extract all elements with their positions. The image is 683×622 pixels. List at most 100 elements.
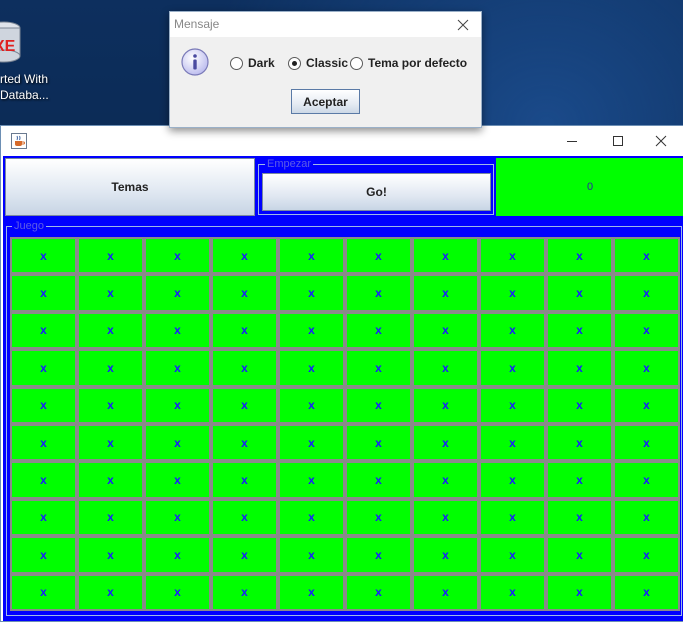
grid-cell[interactable]: x xyxy=(479,498,546,537)
grid-cell[interactable]: x xyxy=(412,424,479,462)
grid-cell[interactable]: x xyxy=(479,386,546,424)
grid-cell[interactable]: x xyxy=(144,536,211,574)
grid-cell[interactable]: x xyxy=(613,274,680,312)
grid-cell[interactable]: x xyxy=(613,536,680,574)
radio-button-icon[interactable] xyxy=(230,56,243,70)
grid-cell[interactable]: x xyxy=(144,386,211,424)
grid-cell[interactable]: x xyxy=(412,274,479,312)
grid-cell[interactable]: x xyxy=(144,424,211,462)
grid-cell[interactable]: x xyxy=(479,311,546,350)
grid-cell[interactable]: x xyxy=(613,349,680,387)
grid-cell[interactable]: x xyxy=(278,237,345,275)
grid-cell[interactable]: x xyxy=(144,349,211,387)
dialog-close-icon[interactable] xyxy=(454,16,472,34)
accept-button[interactable]: Aceptar xyxy=(291,89,360,114)
grid-cell[interactable]: x xyxy=(211,274,278,312)
grid-cell[interactable]: x xyxy=(77,311,144,350)
grid-cell[interactable]: x xyxy=(345,349,412,387)
grid-cell[interactable]: x xyxy=(345,311,412,350)
grid-cell[interactable]: x xyxy=(144,274,211,312)
maximize-button[interactable] xyxy=(595,126,641,156)
grid-cell[interactable]: x xyxy=(77,536,144,574)
grid-cell[interactable]: x xyxy=(77,274,144,312)
grid-cell[interactable]: x xyxy=(479,237,546,275)
grid-cell[interactable]: x xyxy=(211,536,278,574)
grid-cell[interactable]: x xyxy=(144,461,211,499)
grid-cell[interactable]: x xyxy=(77,237,144,275)
grid-cell[interactable]: x xyxy=(77,461,144,499)
grid-cell[interactable]: x xyxy=(278,536,345,574)
go-button[interactable]: Go! xyxy=(262,173,491,211)
temas-button[interactable]: Temas xyxy=(5,158,255,216)
grid-cell[interactable]: x xyxy=(412,237,479,275)
grid-cell[interactable]: x xyxy=(211,237,278,275)
radio-option-dark[interactable]: Dark xyxy=(230,56,275,70)
grid-cell[interactable]: x xyxy=(613,573,680,611)
grid-cell[interactable]: x xyxy=(77,573,144,611)
grid-cell[interactable]: x xyxy=(546,424,613,462)
grid-cell[interactable]: x xyxy=(144,237,211,275)
grid-cell[interactable]: x xyxy=(278,424,345,462)
grid-cell[interactable]: x xyxy=(412,461,479,499)
grid-cell[interactable]: x xyxy=(211,424,278,462)
grid-cell[interactable]: x xyxy=(546,461,613,499)
grid-cell[interactable]: x xyxy=(77,349,144,387)
grid-cell[interactable]: x xyxy=(546,311,613,350)
grid-cell[interactable]: x xyxy=(10,461,77,499)
grid-cell[interactable]: x xyxy=(10,498,77,537)
grid-cell[interactable]: x xyxy=(479,536,546,574)
grid-cell[interactable]: x xyxy=(412,498,479,537)
grid-cell[interactable]: x xyxy=(613,424,680,462)
grid-cell[interactable]: x xyxy=(211,311,278,350)
grid-cell[interactable]: x xyxy=(144,573,211,611)
grid-cell[interactable]: x xyxy=(613,386,680,424)
grid-cell[interactable]: x xyxy=(412,386,479,424)
grid-cell[interactable]: x xyxy=(546,349,613,387)
grid-cell[interactable]: x xyxy=(10,573,77,611)
grid-cell[interactable]: x xyxy=(211,498,278,537)
grid-cell[interactable]: x xyxy=(412,536,479,574)
grid-cell[interactable]: x xyxy=(278,461,345,499)
grid-cell[interactable]: x xyxy=(412,349,479,387)
grid-cell[interactable]: x xyxy=(613,461,680,499)
radio-option-tema-por-defecto[interactable]: Tema por defecto xyxy=(350,56,467,70)
grid-cell[interactable]: x xyxy=(211,386,278,424)
grid-cell[interactable]: x xyxy=(278,386,345,424)
grid-cell[interactable]: x xyxy=(412,311,479,350)
grid-cell[interactable]: x xyxy=(479,461,546,499)
grid-cell[interactable]: x xyxy=(345,573,412,611)
grid-cell[interactable]: x xyxy=(345,424,412,462)
grid-cell[interactable]: x xyxy=(546,536,613,574)
grid-cell[interactable]: x xyxy=(479,424,546,462)
grid-cell[interactable]: x xyxy=(10,349,77,387)
grid-cell[interactable]: x xyxy=(10,386,77,424)
grid-cell[interactable]: x xyxy=(10,274,77,312)
grid-cell[interactable]: x xyxy=(278,498,345,537)
grid-cell[interactable]: x xyxy=(345,536,412,574)
grid-cell[interactable]: x xyxy=(546,386,613,424)
grid-cell[interactable]: x xyxy=(345,386,412,424)
grid-cell[interactable]: x xyxy=(345,498,412,537)
grid-cell[interactable]: x xyxy=(479,349,546,387)
grid-cell[interactable]: x xyxy=(77,386,144,424)
minimize-button[interactable] xyxy=(549,126,595,156)
grid-cell[interactable]: x xyxy=(211,573,278,611)
grid-cell[interactable]: x xyxy=(412,573,479,611)
grid-cell[interactable]: x xyxy=(479,573,546,611)
radio-button-icon[interactable] xyxy=(350,56,363,70)
grid-cell[interactable]: x xyxy=(211,461,278,499)
grid-cell[interactable]: x xyxy=(345,237,412,275)
grid-cell[interactable]: x xyxy=(613,498,680,537)
grid-cell[interactable]: x xyxy=(10,311,77,350)
grid-cell[interactable]: x xyxy=(144,311,211,350)
grid-cell[interactable]: x xyxy=(546,573,613,611)
grid-cell[interactable]: x xyxy=(546,237,613,275)
radio-option-classic[interactable]: Classic xyxy=(288,56,348,70)
grid-cell[interactable]: x xyxy=(345,274,412,312)
grid-cell[interactable]: x xyxy=(546,274,613,312)
grid-cell[interactable]: x xyxy=(278,349,345,387)
grid-cell[interactable]: x xyxy=(211,349,278,387)
grid-cell[interactable]: x xyxy=(10,424,77,462)
grid-cell[interactable]: x xyxy=(546,498,613,537)
grid-cell[interactable]: x xyxy=(144,498,211,537)
